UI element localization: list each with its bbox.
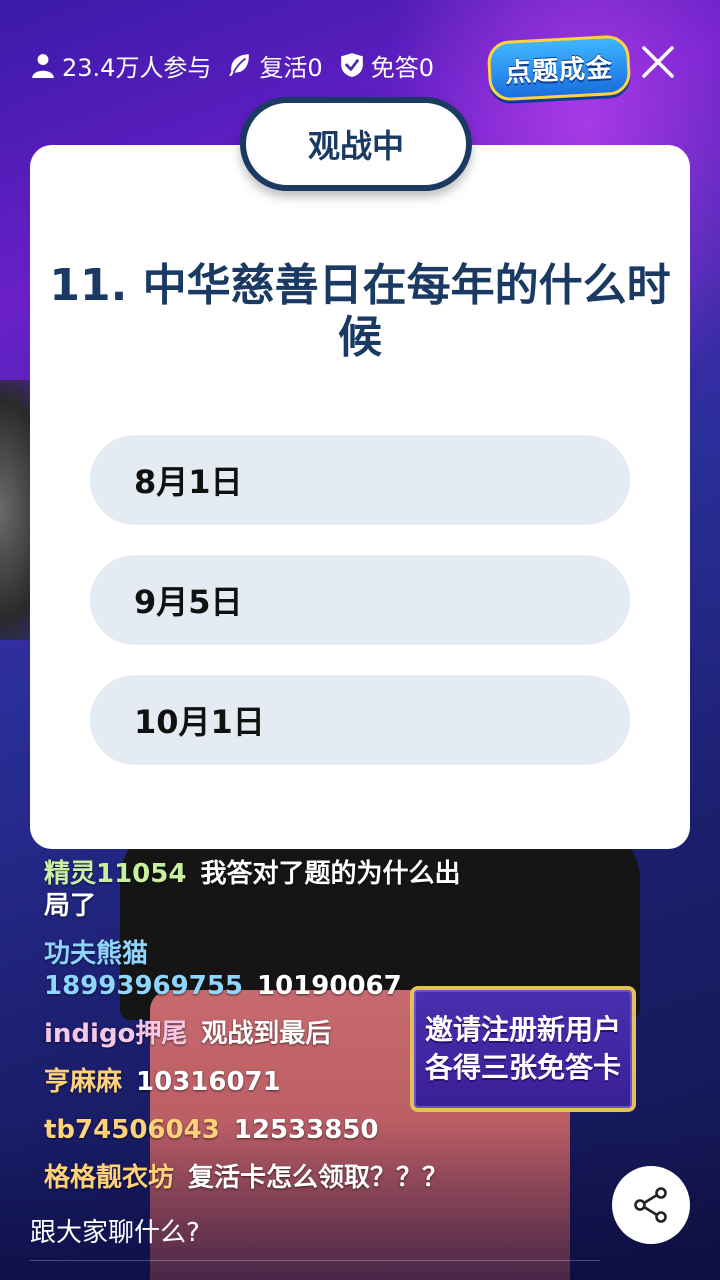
- chat-message: 精灵11054 我答对了题的为什么出局了: [44, 858, 484, 922]
- spectating-label: 观战中: [307, 127, 404, 165]
- participants-count: 23.4万人参与: [62, 53, 212, 82]
- close-button[interactable]: [636, 40, 680, 84]
- chat-text: 观战到最后: [201, 1019, 332, 1049]
- exempt-stat: 免答0: [339, 48, 434, 83]
- share-icon: [634, 1187, 667, 1223]
- participants-stat: 23.4万人参与: [30, 48, 211, 83]
- chat-username: 格格靓衣坊: [44, 1163, 175, 1193]
- chat-message: 格格靓衣坊 复活卡怎么领取？？？: [44, 1162, 484, 1194]
- person-icon: [32, 54, 54, 78]
- revive-count: 复活0: [259, 53, 323, 82]
- share-button[interactable]: [612, 1166, 690, 1244]
- chat-username: indigo押尾: [44, 1019, 188, 1049]
- revive-stat: 复活0: [227, 48, 323, 83]
- answer-option-label: 10月1日: [134, 703, 265, 741]
- chat-text: 10190067: [257, 971, 402, 1001]
- chat-text: 10316071: [136, 1067, 281, 1097]
- chat-text: 复活卡怎么领取？？？: [188, 1163, 449, 1193]
- answer-option-3[interactable]: 10月1日: [90, 675, 630, 765]
- answer-option-1[interactable]: 8月1日: [90, 435, 630, 525]
- top-status-bar: 23.4万人参与 复活0 免答0: [30, 40, 434, 90]
- logo-text: 点题成金: [504, 52, 614, 89]
- spectating-badge: 观战中: [240, 97, 472, 191]
- invite-line-1: 邀请注册新用户: [424, 1013, 621, 1046]
- chat-username: 精灵11054: [44, 859, 187, 889]
- invite-banner[interactable]: 邀请注册新用户 各得三张免答卡: [410, 986, 636, 1112]
- exempt-count: 免答0: [370, 53, 434, 82]
- shield-check-icon: [340, 53, 363, 77]
- answer-option-label: 9月5日: [134, 583, 243, 621]
- chat-username: 亨麻麻: [44, 1067, 123, 1097]
- answer-option-2[interactable]: 9月5日: [90, 555, 630, 645]
- app-logo: 点题成金: [486, 34, 632, 102]
- chat-message: tb74506043 12533850: [44, 1114, 484, 1146]
- chat-username: 功夫熊猫18993969755: [44, 939, 243, 1001]
- question-text: 11. 中华慈善日在每年的什么时候: [49, 260, 671, 363]
- leaf-icon: [229, 54, 250, 76]
- close-icon: [642, 46, 674, 78]
- chat-username: tb74506043: [44, 1115, 220, 1145]
- answer-option-label: 8月1日: [134, 463, 243, 501]
- chat-input-placeholder: 跟大家聊什么?: [30, 1217, 200, 1248]
- invite-line-2: 各得三张免答卡: [424, 1051, 621, 1084]
- chat-text: 12533850: [233, 1115, 379, 1145]
- chat-input[interactable]: 跟大家聊什么?: [30, 1200, 600, 1261]
